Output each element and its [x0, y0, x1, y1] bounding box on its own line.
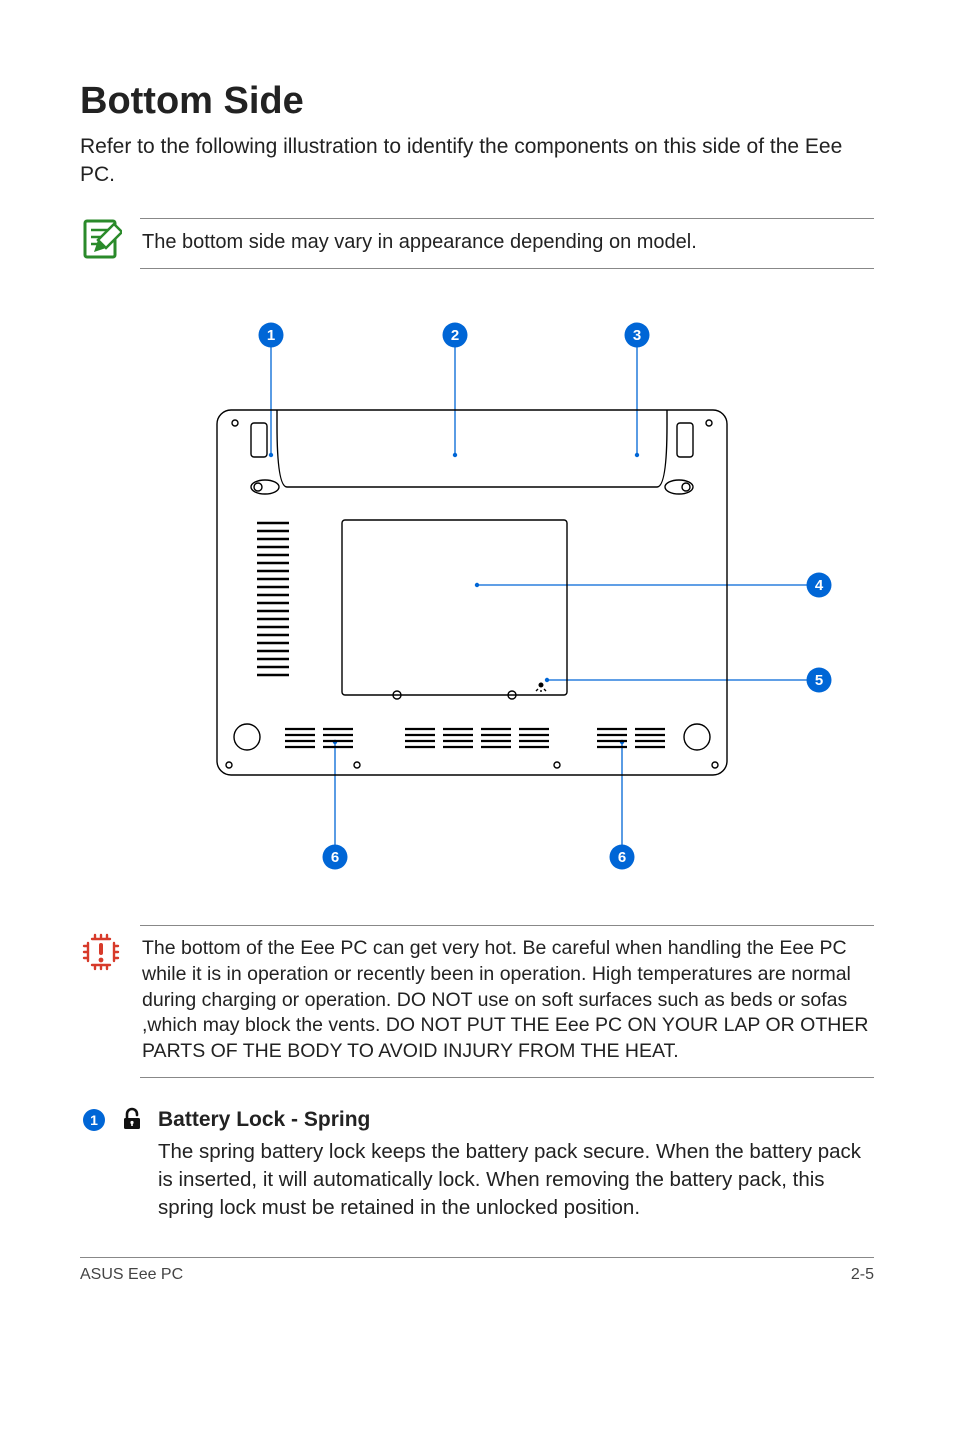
callout-2: 2: [451, 327, 459, 344]
callout-5: 5: [815, 672, 823, 689]
callout-3: 3: [633, 327, 641, 344]
callout-4: 4: [815, 577, 824, 594]
note-icon: [80, 218, 122, 260]
footer-product: ASUS Eee PC: [80, 1266, 183, 1284]
svg-text:1: 1: [90, 1112, 98, 1128]
item-number-1: 1: [82, 1108, 106, 1132]
page-footer: ASUS Eee PC 2-5: [80, 1257, 874, 1284]
callout-6b: 6: [618, 849, 626, 866]
item-1-text: The spring battery lock keeps the batter…: [158, 1138, 874, 1221]
item-1-title: Battery Lock - Spring: [158, 1108, 874, 1132]
note-text: The bottom side may vary in appearance d…: [140, 218, 874, 269]
callout-6a: 6: [331, 849, 339, 866]
intro-text: Refer to the following illustration to i…: [80, 133, 874, 190]
warning-callout: The bottom of the Eee PC can get very ho…: [80, 925, 874, 1079]
lock-icon: [120, 1107, 144, 1131]
footer-page-number: 2-5: [851, 1266, 874, 1284]
bottom-side-diagram: 1 2 3 4 5 6 6: [80, 275, 874, 915]
warning-text: The bottom of the Eee PC can get very ho…: [140, 925, 874, 1079]
warning-icon: [80, 931, 122, 973]
page-title: Bottom Side: [80, 80, 874, 123]
callout-1: 1: [267, 327, 275, 344]
component-item-1: 1 Battery Lock - Spring The spring batte…: [80, 1108, 874, 1221]
note-callout: The bottom side may vary in appearance d…: [80, 218, 874, 269]
